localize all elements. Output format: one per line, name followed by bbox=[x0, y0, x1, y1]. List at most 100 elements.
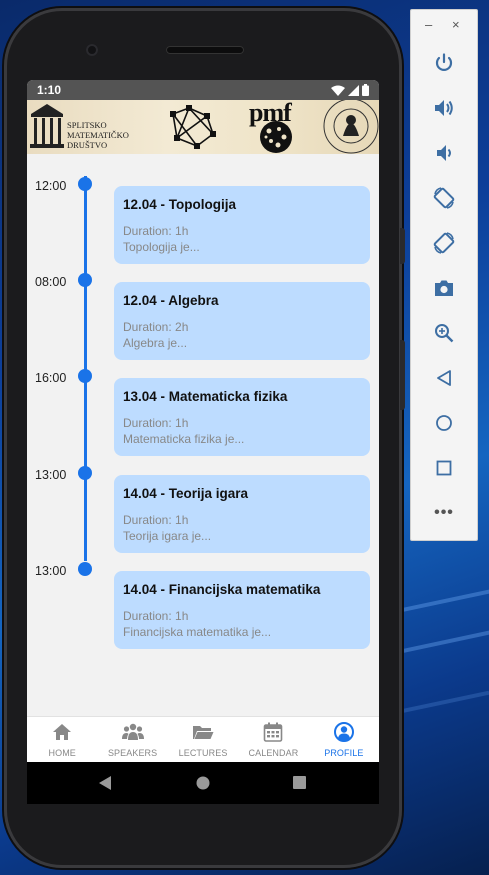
battery-icon bbox=[362, 84, 369, 96]
wifi-icon bbox=[331, 85, 345, 96]
timeline-dot bbox=[78, 369, 92, 383]
home-circle-outline-icon bbox=[436, 415, 452, 431]
nav-label: CALENDAR bbox=[248, 748, 299, 758]
timeline-dot bbox=[78, 466, 92, 480]
rotate-left-button[interactable] bbox=[429, 183, 459, 213]
nav-item-lectures[interactable]: LECTURES bbox=[168, 717, 238, 762]
minimize-button[interactable]: – bbox=[425, 18, 432, 32]
screenshot-button[interactable] bbox=[429, 273, 459, 303]
timeline-event: 13:00 14.04 - Teorija igara Duration: 1h… bbox=[27, 451, 379, 553]
rotate-right-button[interactable] bbox=[429, 228, 459, 258]
event-duration: Duration: 1h bbox=[123, 513, 189, 527]
event-title: 12.04 - Algebra bbox=[123, 293, 219, 308]
desktop-light-streak bbox=[395, 629, 489, 655]
nav-item-home[interactable]: HOME bbox=[27, 717, 97, 762]
university-seal-icon bbox=[323, 100, 379, 154]
nav-label: HOME bbox=[48, 748, 76, 758]
event-time: 13:00 bbox=[35, 564, 67, 578]
event-title: 13.04 - Matematicka fizika bbox=[123, 389, 288, 404]
close-button[interactable]: × bbox=[452, 18, 460, 32]
event-time: 16:00 bbox=[35, 371, 67, 385]
event-time: 12:00 bbox=[35, 179, 67, 193]
more-button[interactable]: ••• bbox=[429, 498, 459, 528]
home-icon bbox=[53, 724, 72, 740]
event-time: 08:00 bbox=[35, 275, 67, 289]
home-circle-icon[interactable] bbox=[196, 776, 210, 790]
people-icon bbox=[121, 723, 144, 740]
volume-up-icon bbox=[435, 100, 453, 116]
event-card[interactable]: 14.04 - Teorija igara Duration: 1h Teori… bbox=[114, 475, 370, 553]
toolbar-window-controls: – × bbox=[411, 18, 477, 32]
event-duration: Duration: 1h bbox=[123, 224, 189, 238]
event-title: 14.04 - Teorija igara bbox=[123, 486, 249, 501]
timeline-event: 12:00 12.04 - Topologija Duration: 1h To… bbox=[27, 162, 379, 264]
folder-icon bbox=[193, 726, 214, 739]
rotate-left-icon bbox=[433, 187, 455, 209]
back-button[interactable] bbox=[429, 363, 459, 393]
home-button[interactable] bbox=[429, 408, 459, 438]
header-banner: SPLITSKO MATEMATIČKO DRUŠTVO pmf bbox=[27, 100, 379, 154]
event-description: Algebra je... bbox=[123, 336, 188, 350]
power-icon bbox=[435, 53, 453, 71]
status-time: 1:10 bbox=[37, 83, 62, 97]
nav-item-speakers[interactable]: SPEAKERS bbox=[97, 717, 167, 762]
event-card[interactable]: 14.04 - Financijska matematika Duration:… bbox=[114, 571, 370, 649]
system-navigation-bar bbox=[27, 762, 379, 804]
timeline-dot bbox=[78, 562, 92, 576]
rotate-right-icon bbox=[433, 232, 455, 254]
back-triangle-icon[interactable] bbox=[98, 775, 112, 791]
volume-down-icon bbox=[437, 145, 451, 161]
event-duration: Duration: 1h bbox=[123, 416, 189, 430]
event-description: Financijska matematika je... bbox=[123, 625, 272, 639]
front-camera bbox=[86, 44, 98, 56]
signal-icon bbox=[348, 84, 359, 96]
power-button[interactable] bbox=[429, 48, 459, 78]
volume-down-button[interactable] bbox=[429, 138, 459, 168]
earpiece-speaker bbox=[166, 46, 244, 54]
timeline-event: 13:00 14.04 - Financijska matematika Dur… bbox=[27, 547, 379, 649]
event-time: 13:00 bbox=[35, 468, 67, 482]
event-duration: Duration: 2h bbox=[123, 320, 189, 334]
event-title: 12.04 - Topologija bbox=[123, 197, 237, 212]
profile-icon bbox=[333, 722, 354, 742]
back-icon bbox=[437, 370, 451, 386]
event-description: Matematicka fizika je... bbox=[123, 432, 245, 446]
status-icons bbox=[331, 84, 369, 96]
event-card[interactable]: 13.04 - Matematicka fizika Duration: 1h … bbox=[114, 378, 370, 456]
overview-button[interactable] bbox=[429, 453, 459, 483]
lecture-timeline: 12:00 12.04 - Topologija Duration: 1h To… bbox=[27, 154, 379, 716]
event-description: Topologija je... bbox=[123, 240, 200, 254]
nav-label: SPEAKERS bbox=[107, 748, 158, 758]
overview-icon bbox=[436, 460, 452, 476]
zoom-button[interactable] bbox=[429, 318, 459, 348]
desktop-light-streak bbox=[400, 690, 489, 714]
event-card[interactable]: 12.04 - Algebra Duration: 2h Algebra je.… bbox=[114, 282, 370, 360]
timeline-event: 08:00 12.04 - Algebra Duration: 2h Algeb… bbox=[27, 258, 379, 360]
emulator-toolbar: – × ••• bbox=[410, 9, 478, 541]
timeline-dot bbox=[78, 177, 92, 191]
calendar-icon bbox=[264, 722, 283, 742]
nav-item-calendar[interactable]: CALENDAR bbox=[238, 717, 308, 762]
volume-up-button[interactable] bbox=[429, 93, 459, 123]
event-card[interactable]: 12.04 - Topologija Duration: 1h Topologi… bbox=[114, 186, 370, 264]
timeline-event: 16:00 13.04 - Matematicka fizika Duratio… bbox=[27, 354, 379, 456]
status-bar: 1:10 bbox=[27, 80, 379, 100]
society-name: SPLITSKO MATEMATIČKO DRUŠTVO bbox=[67, 120, 129, 150]
volume-side-button bbox=[400, 340, 405, 410]
zoom-icon bbox=[435, 324, 454, 343]
app-screen: 1:10 SPLITSKO MATEMATIČKO DRUŠTVO pmf 12… bbox=[27, 80, 379, 762]
power-side-button bbox=[400, 228, 405, 264]
bottom-navigation: HOME SPEAKERS LECTURES CALENDAR PROFILE bbox=[27, 716, 379, 762]
more-icon: ••• bbox=[434, 504, 454, 521]
camera-icon bbox=[435, 280, 453, 296]
temple-logo-icon bbox=[30, 104, 64, 148]
event-duration: Duration: 1h bbox=[123, 609, 189, 623]
event-description: Teorija igara je... bbox=[123, 529, 212, 543]
pmf-dots-logo-icon bbox=[260, 121, 292, 153]
graph-network-icon bbox=[170, 105, 216, 149]
nav-label: LECTURES bbox=[178, 748, 228, 758]
nav-item-profile[interactable]: PROFILE bbox=[309, 717, 379, 762]
nav-label: PROFILE bbox=[324, 748, 364, 758]
recents-square-icon[interactable] bbox=[293, 776, 306, 789]
event-title: 14.04 - Financijska matematika bbox=[123, 582, 321, 597]
